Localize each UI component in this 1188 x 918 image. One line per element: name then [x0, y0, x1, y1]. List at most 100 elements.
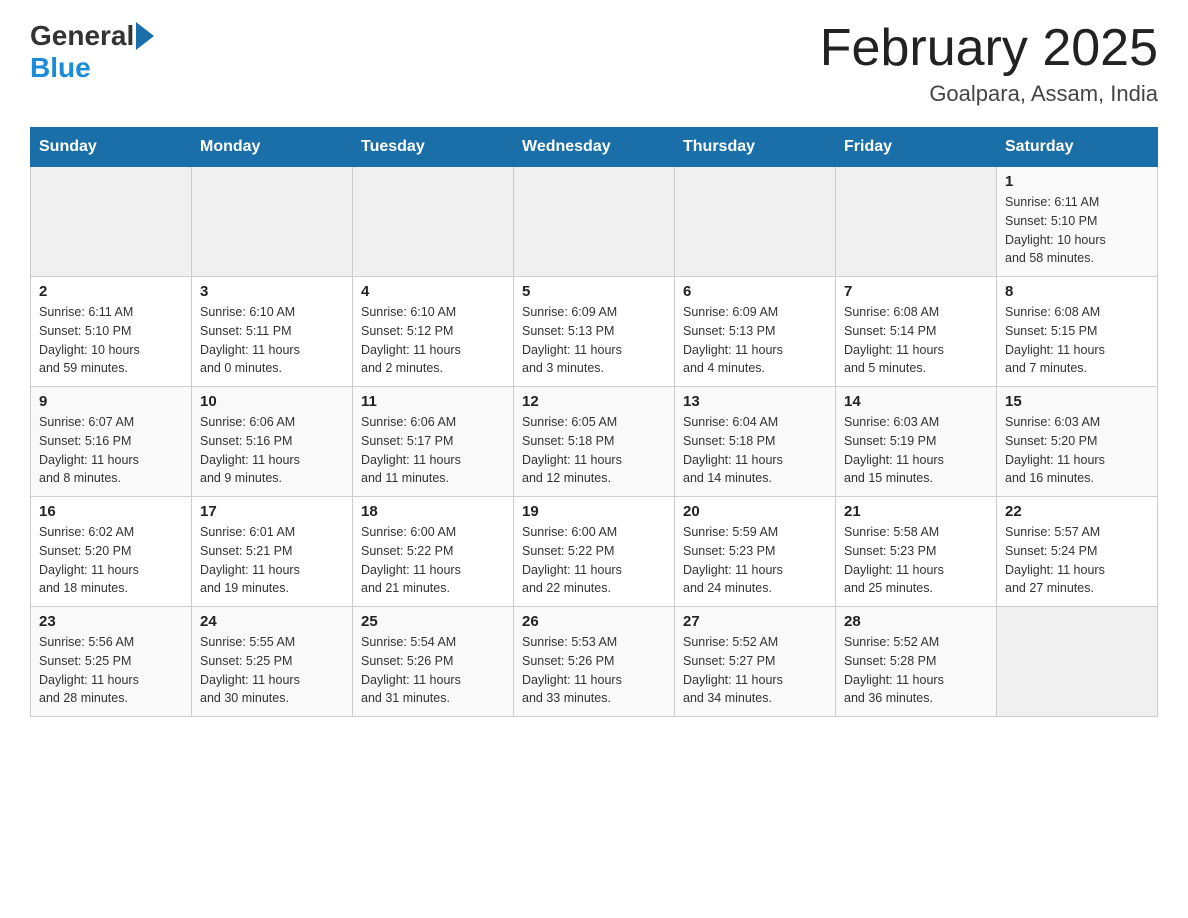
day-info: Sunrise: 6:04 AM Sunset: 5:18 PM Dayligh…	[683, 413, 827, 488]
header-cell-wednesday: Wednesday	[514, 128, 675, 167]
week-row-4: 23Sunrise: 5:56 AM Sunset: 5:25 PM Dayli…	[31, 607, 1158, 717]
day-number: 5	[522, 283, 666, 300]
day-info: Sunrise: 6:11 AM Sunset: 5:10 PM Dayligh…	[1005, 193, 1149, 268]
day-number: 8	[1005, 283, 1149, 300]
day-info: Sunrise: 6:07 AM Sunset: 5:16 PM Dayligh…	[39, 413, 183, 488]
day-cell	[997, 607, 1158, 717]
day-number: 19	[522, 503, 666, 520]
header-cell-monday: Monday	[192, 128, 353, 167]
day-cell	[514, 167, 675, 277]
day-number: 22	[1005, 503, 1149, 520]
day-info: Sunrise: 6:00 AM Sunset: 5:22 PM Dayligh…	[361, 523, 505, 598]
day-number: 26	[522, 613, 666, 630]
day-number: 28	[844, 613, 988, 630]
day-cell: 6 Sunrise: 6:09 AM Sunset: 5:13 PM Daylig…	[675, 277, 836, 387]
week-row-3: 16 Sunrise: 6:02 AM Sunset: 5:20 PM Dayli…	[31, 497, 1158, 607]
day-number: 15	[1005, 393, 1149, 410]
day-info: Sunrise: 6:03 AM Sunset: 5:20 PM Dayligh…	[1005, 413, 1149, 488]
day-cell: 17 Sunrise: 6:01 AM Sunset: 5:21 PM Dayli…	[192, 497, 353, 607]
day-cell: 25Sunrise: 5:54 AM Sunset: 5:26 PM Dayli…	[353, 607, 514, 717]
day-number: 24	[200, 613, 344, 630]
day-cell: 1 Sunrise: 6:11 AM Sunset: 5:10 PM Daylig…	[997, 167, 1158, 277]
day-number: 13	[683, 393, 827, 410]
day-cell: 10 Sunrise: 6:06 AM Sunset: 5:16 PM Dayli…	[192, 387, 353, 497]
day-number: 17	[200, 503, 344, 520]
day-cell: 24 Sunrise: 5:55 AM Sunset: 5:25 PM Dayli…	[192, 607, 353, 717]
day-number: 20	[683, 503, 827, 520]
day-cell: 27Sunrise: 5:52 AM Sunset: 5:27 PM Dayli…	[675, 607, 836, 717]
header-cell-saturday: Saturday	[997, 128, 1158, 167]
day-cell: 26 Sunrise: 5:53 AM Sunset: 5:26 PM Dayli…	[514, 607, 675, 717]
header-row: SundayMondayTuesdayWednesdayThursdayFrid…	[31, 128, 1158, 167]
day-number: 9	[39, 393, 183, 410]
day-info: Sunrise: 6:08 AM Sunset: 5:14 PM Dayligh…	[844, 303, 988, 378]
calendar-table: SundayMondayTuesdayWednesdayThursdayFrid…	[30, 127, 1158, 717]
day-cell: 19 Sunrise: 6:00 AM Sunset: 5:22 PM Dayli…	[514, 497, 675, 607]
logo-arrow-icon	[136, 22, 154, 50]
day-cell	[675, 167, 836, 277]
day-cell: 28 Sunrise: 5:52 AM Sunset: 5:28 PM Dayli…	[836, 607, 997, 717]
day-cell: 22 Sunrise: 5:57 AM Sunset: 5:24 PM Dayli…	[997, 497, 1158, 607]
calendar-body: 1 Sunrise: 6:11 AM Sunset: 5:10 PM Daylig…	[31, 167, 1158, 717]
day-number: 10	[200, 393, 344, 410]
day-info: Sunrise: 6:01 AM Sunset: 5:21 PM Dayligh…	[200, 523, 344, 598]
day-info: Sunrise: 6:10 AM Sunset: 5:12 PM Dayligh…	[361, 303, 505, 378]
day-cell: 8 Sunrise: 6:08 AM Sunset: 5:15 PM Daylig…	[997, 277, 1158, 387]
day-cell: 14 Sunrise: 6:03 AM Sunset: 5:19 PM Dayli…	[836, 387, 997, 497]
day-number: 18	[361, 503, 505, 520]
week-row-0: 1 Sunrise: 6:11 AM Sunset: 5:10 PM Daylig…	[31, 167, 1158, 277]
day-info: Sunrise: 6:05 AM Sunset: 5:18 PM Dayligh…	[522, 413, 666, 488]
day-cell	[31, 167, 192, 277]
day-cell	[353, 167, 514, 277]
calendar-title: February 2025	[820, 20, 1158, 77]
day-info: Sunrise: 5:57 AM Sunset: 5:24 PM Dayligh…	[1005, 523, 1149, 598]
day-number: 14	[844, 393, 988, 410]
day-cell: 20 Sunrise: 5:59 AM Sunset: 5:23 PM Dayli…	[675, 497, 836, 607]
calendar-header: SundayMondayTuesdayWednesdayThursdayFrid…	[31, 128, 1158, 167]
day-cell	[192, 167, 353, 277]
day-cell: 15 Sunrise: 6:03 AM Sunset: 5:20 PM Dayli…	[997, 387, 1158, 497]
day-info: Sunrise: 6:03 AM Sunset: 5:19 PM Dayligh…	[844, 413, 988, 488]
day-number: 6	[683, 283, 827, 300]
day-number: 7	[844, 283, 988, 300]
day-info: Sunrise: 6:11 AM Sunset: 5:10 PM Dayligh…	[39, 303, 183, 378]
day-info: Sunrise: 5:53 AM Sunset: 5:26 PM Dayligh…	[522, 633, 666, 708]
day-cell: 11 Sunrise: 6:06 AM Sunset: 5:17 PM Dayli…	[353, 387, 514, 497]
day-info: Sunrise: 6:06 AM Sunset: 5:16 PM Dayligh…	[200, 413, 344, 488]
day-number: 11	[361, 393, 505, 410]
day-cell: 9 Sunrise: 6:07 AM Sunset: 5:16 PM Daylig…	[31, 387, 192, 497]
day-cell: 21 Sunrise: 5:58 AM Sunset: 5:23 PM Dayli…	[836, 497, 997, 607]
day-info: Sunrise: 6:09 AM Sunset: 5:13 PM Dayligh…	[683, 303, 827, 378]
day-info: Sunrise: 5:55 AM Sunset: 5:25 PM Dayligh…	[200, 633, 344, 708]
day-info: Sunrise: 6:00 AM Sunset: 5:22 PM Dayligh…	[522, 523, 666, 598]
day-number: 21	[844, 503, 988, 520]
page-header: General Blue February 2025 Goalpara, Ass…	[30, 20, 1158, 107]
logo-blue-text: Blue	[30, 52, 154, 84]
day-info: Sunrise: 5:52 AM Sunset: 5:27 PM Dayligh…	[683, 633, 827, 708]
day-cell: 3Sunrise: 6:10 AM Sunset: 5:11 PM Daylig…	[192, 277, 353, 387]
day-info: Sunrise: 5:56 AM Sunset: 5:25 PM Dayligh…	[39, 633, 183, 708]
day-info: Sunrise: 6:06 AM Sunset: 5:17 PM Dayligh…	[361, 413, 505, 488]
logo: General Blue	[30, 20, 154, 84]
day-info: Sunrise: 5:52 AM Sunset: 5:28 PM Dayligh…	[844, 633, 988, 708]
day-cell: 13 Sunrise: 6:04 AM Sunset: 5:18 PM Dayli…	[675, 387, 836, 497]
day-number: 4	[361, 283, 505, 300]
day-number: 1	[1005, 173, 1149, 190]
header-cell-tuesday: Tuesday	[353, 128, 514, 167]
calendar-subtitle: Goalpara, Assam, India	[820, 81, 1158, 107]
day-info: Sunrise: 6:09 AM Sunset: 5:13 PM Dayligh…	[522, 303, 666, 378]
day-number: 25	[361, 613, 505, 630]
day-number: 16	[39, 503, 183, 520]
day-info: Sunrise: 6:08 AM Sunset: 5:15 PM Dayligh…	[1005, 303, 1149, 378]
day-cell: 5 Sunrise: 6:09 AM Sunset: 5:13 PM Daylig…	[514, 277, 675, 387]
title-section: February 2025 Goalpara, Assam, India	[820, 20, 1158, 107]
day-cell	[836, 167, 997, 277]
week-row-2: 9 Sunrise: 6:07 AM Sunset: 5:16 PM Daylig…	[31, 387, 1158, 497]
day-info: Sunrise: 5:58 AM Sunset: 5:23 PM Dayligh…	[844, 523, 988, 598]
day-cell: 2Sunrise: 6:11 AM Sunset: 5:10 PM Daylig…	[31, 277, 192, 387]
day-info: Sunrise: 6:02 AM Sunset: 5:20 PM Dayligh…	[39, 523, 183, 598]
day-cell: 4 Sunrise: 6:10 AM Sunset: 5:12 PM Daylig…	[353, 277, 514, 387]
day-number: 12	[522, 393, 666, 410]
header-cell-friday: Friday	[836, 128, 997, 167]
day-info: Sunrise: 5:59 AM Sunset: 5:23 PM Dayligh…	[683, 523, 827, 598]
